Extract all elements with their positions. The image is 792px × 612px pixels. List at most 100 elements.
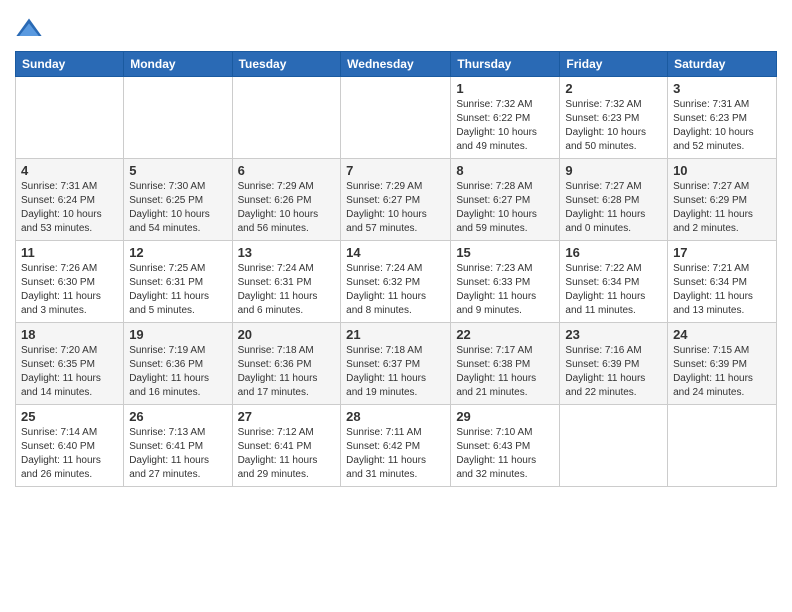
calendar-page: SundayMondayTuesdayWednesdayThursdayFrid… [0, 0, 792, 497]
day-number: 6 [238, 163, 336, 178]
day-info: Sunrise: 7:17 AM Sunset: 6:38 PM Dayligh… [456, 344, 554, 400]
day-number: 25 [21, 409, 118, 424]
day-info: Sunrise: 7:25 AM Sunset: 6:31 PM Dayligh… [129, 262, 226, 318]
day-number: 4 [21, 163, 118, 178]
calendar-cell [341, 77, 451, 159]
weekday-header-row: SundayMondayTuesdayWednesdayThursdayFrid… [16, 52, 777, 77]
day-info: Sunrise: 7:11 AM Sunset: 6:42 PM Dayligh… [346, 426, 445, 482]
calendar-cell [124, 77, 232, 159]
calendar-cell: 24Sunrise: 7:15 AM Sunset: 6:39 PM Dayli… [668, 323, 777, 405]
day-number: 23 [565, 327, 662, 342]
calendar-week-0: 1Sunrise: 7:32 AM Sunset: 6:22 PM Daylig… [16, 77, 777, 159]
day-number: 9 [565, 163, 662, 178]
day-number: 19 [129, 327, 226, 342]
day-info: Sunrise: 7:30 AM Sunset: 6:25 PM Dayligh… [129, 180, 226, 236]
day-number: 5 [129, 163, 226, 178]
calendar-cell: 21 Sunrise: 7:18 AM Sunset: 6:37 PM Dayli… [341, 323, 451, 405]
day-number: 29 [456, 409, 554, 424]
calendar-cell [668, 405, 777, 487]
calendar-cell: 20 Sunrise: 7:18 AM Sunset: 6:36 PM Dayli… [232, 323, 341, 405]
day-info: Sunrise: 7:24 AM Sunset: 6:32 PM Dayligh… [346, 262, 445, 318]
day-number: 3 [673, 81, 771, 96]
day-info: Sunrise: 7:12 AM Sunset: 6:41 PM Dayligh… [238, 426, 336, 482]
calendar-cell: 11Sunrise: 7:26 AM Sunset: 6:30 PM Dayli… [16, 241, 124, 323]
day-info: Sunrise: 7:31 AM Sunset: 6:23 PM Dayligh… [673, 98, 771, 154]
calendar-cell: 14 Sunrise: 7:24 AM Sunset: 6:32 PM Dayli… [341, 241, 451, 323]
day-info: Sunrise: 7:28 AM Sunset: 6:27 PM Dayligh… [456, 180, 554, 236]
calendar-cell: 27 Sunrise: 7:12 AM Sunset: 6:41 PM Dayli… [232, 405, 341, 487]
day-number: 22 [456, 327, 554, 342]
day-info: Sunrise: 7:29 AM Sunset: 6:26 PM Dayligh… [238, 180, 336, 236]
calendar-cell: 5 Sunrise: 7:30 AM Sunset: 6:25 PM Daylig… [124, 159, 232, 241]
logo-icon [15, 15, 43, 43]
weekday-header-thursday: Thursday [451, 52, 560, 77]
day-info: Sunrise: 7:10 AM Sunset: 6:43 PM Dayligh… [456, 426, 554, 482]
day-info: Sunrise: 7:22 AM Sunset: 6:34 PM Dayligh… [565, 262, 662, 318]
day-number: 24 [673, 327, 771, 342]
day-number: 10 [673, 163, 771, 178]
calendar-cell [560, 405, 668, 487]
day-info: Sunrise: 7:18 AM Sunset: 6:36 PM Dayligh… [238, 344, 336, 400]
day-info: Sunrise: 7:32 AM Sunset: 6:23 PM Dayligh… [565, 98, 662, 154]
calendar-cell: 26 Sunrise: 7:13 AM Sunset: 6:41 PM Dayli… [124, 405, 232, 487]
calendar-cell: 1Sunrise: 7:32 AM Sunset: 6:22 PM Daylig… [451, 77, 560, 159]
weekday-header-monday: Monday [124, 52, 232, 77]
calendar-cell: 13 Sunrise: 7:24 AM Sunset: 6:31 PM Dayli… [232, 241, 341, 323]
day-info: Sunrise: 7:20 AM Sunset: 6:35 PM Dayligh… [21, 344, 118, 400]
calendar-cell: 10 Sunrise: 7:27 AM Sunset: 6:29 PM Dayli… [668, 159, 777, 241]
day-info: Sunrise: 7:32 AM Sunset: 6:22 PM Dayligh… [456, 98, 554, 154]
calendar-cell: 4Sunrise: 7:31 AM Sunset: 6:24 PM Daylig… [16, 159, 124, 241]
calendar-cell: 15 Sunrise: 7:23 AM Sunset: 6:33 PM Dayli… [451, 241, 560, 323]
day-number: 18 [21, 327, 118, 342]
day-number: 28 [346, 409, 445, 424]
day-info: Sunrise: 7:21 AM Sunset: 6:34 PM Dayligh… [673, 262, 771, 318]
calendar-cell: 2 Sunrise: 7:32 AM Sunset: 6:23 PM Daylig… [560, 77, 668, 159]
day-number: 7 [346, 163, 445, 178]
calendar-cell: 3 Sunrise: 7:31 AM Sunset: 6:23 PM Daylig… [668, 77, 777, 159]
day-info: Sunrise: 7:14 AM Sunset: 6:40 PM Dayligh… [21, 426, 118, 482]
calendar-cell: 18 Sunrise: 7:20 AM Sunset: 6:35 PM Dayli… [16, 323, 124, 405]
calendar-cell: 16 Sunrise: 7:22 AM Sunset: 6:34 PM Dayli… [560, 241, 668, 323]
calendar-table: SundayMondayTuesdayWednesdayThursdayFrid… [15, 51, 777, 487]
day-number: 2 [565, 81, 662, 96]
calendar-cell: 22 Sunrise: 7:17 AM Sunset: 6:38 PM Dayli… [451, 323, 560, 405]
calendar-cell [16, 77, 124, 159]
day-number: 16 [565, 245, 662, 260]
day-number: 20 [238, 327, 336, 342]
day-info: Sunrise: 7:29 AM Sunset: 6:27 PM Dayligh… [346, 180, 445, 236]
weekday-header-sunday: Sunday [16, 52, 124, 77]
day-number: 27 [238, 409, 336, 424]
day-info: Sunrise: 7:16 AM Sunset: 6:39 PM Dayligh… [565, 344, 662, 400]
day-info: Sunrise: 7:18 AM Sunset: 6:37 PM Dayligh… [346, 344, 445, 400]
day-info: Sunrise: 7:23 AM Sunset: 6:33 PM Dayligh… [456, 262, 554, 318]
day-number: 14 [346, 245, 445, 260]
calendar-cell: 19 Sunrise: 7:19 AM Sunset: 6:36 PM Dayli… [124, 323, 232, 405]
calendar-header [15, 10, 777, 43]
day-info: Sunrise: 7:19 AM Sunset: 6:36 PM Dayligh… [129, 344, 226, 400]
logo [15, 15, 47, 43]
calendar-week-4: 25 Sunrise: 7:14 AM Sunset: 6:40 PM Dayli… [16, 405, 777, 487]
calendar-week-1: 4Sunrise: 7:31 AM Sunset: 6:24 PM Daylig… [16, 159, 777, 241]
day-info: Sunrise: 7:27 AM Sunset: 6:28 PM Dayligh… [565, 180, 662, 236]
weekday-header-wednesday: Wednesday [341, 52, 451, 77]
day-info: Sunrise: 7:27 AM Sunset: 6:29 PM Dayligh… [673, 180, 771, 236]
weekday-header-friday: Friday [560, 52, 668, 77]
calendar-week-2: 11Sunrise: 7:26 AM Sunset: 6:30 PM Dayli… [16, 241, 777, 323]
calendar-cell: 23 Sunrise: 7:16 AM Sunset: 6:39 PM Dayli… [560, 323, 668, 405]
calendar-cell: 29 Sunrise: 7:10 AM Sunset: 6:43 PM Dayli… [451, 405, 560, 487]
day-number: 21 [346, 327, 445, 342]
day-number: 15 [456, 245, 554, 260]
day-number: 12 [129, 245, 226, 260]
calendar-cell: 17 Sunrise: 7:21 AM Sunset: 6:34 PM Dayli… [668, 241, 777, 323]
day-number: 8 [456, 163, 554, 178]
day-info: Sunrise: 7:24 AM Sunset: 6:31 PM Dayligh… [238, 262, 336, 318]
day-number: 13 [238, 245, 336, 260]
day-info: Sunrise: 7:13 AM Sunset: 6:41 PM Dayligh… [129, 426, 226, 482]
calendar-cell: 12 Sunrise: 7:25 AM Sunset: 6:31 PM Dayli… [124, 241, 232, 323]
calendar-cell: 7 Sunrise: 7:29 AM Sunset: 6:27 PM Daylig… [341, 159, 451, 241]
day-number: 17 [673, 245, 771, 260]
day-number: 26 [129, 409, 226, 424]
calendar-cell: 9 Sunrise: 7:27 AM Sunset: 6:28 PM Daylig… [560, 159, 668, 241]
calendar-cell: 25 Sunrise: 7:14 AM Sunset: 6:40 PM Dayli… [16, 405, 124, 487]
day-number: 11 [21, 245, 118, 260]
